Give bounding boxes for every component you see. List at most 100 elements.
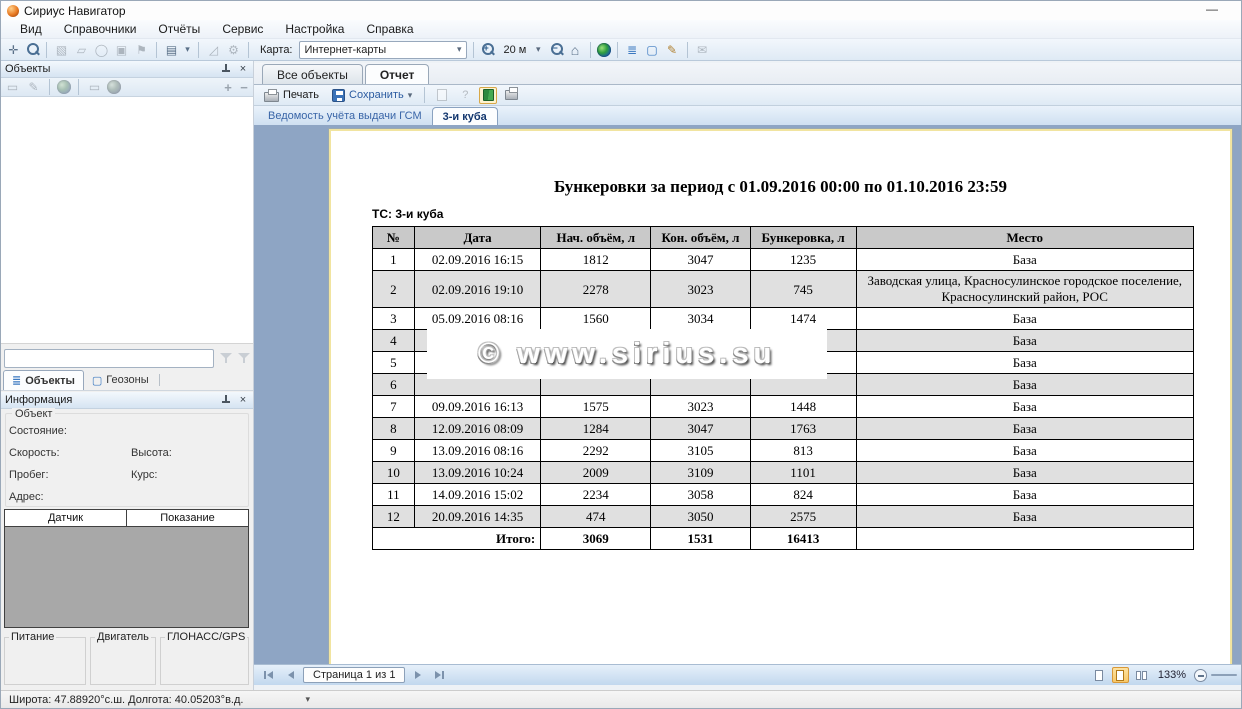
menu-item-reports[interactable]: Отчёты <box>147 20 211 38</box>
geozone-icon[interactable]: ▢ <box>644 42 661 58</box>
table-cell: 9 <box>373 440 415 462</box>
table-cell: 1284 <box>541 418 651 440</box>
zoom-select-icon[interactable] <box>25 42 40 57</box>
save-button[interactable]: Сохранить ▾ <box>328 88 416 103</box>
search-input[interactable] <box>4 349 214 368</box>
rect-select-icon[interactable]: ▧ <box>53 42 70 58</box>
filter-icon[interactable] <box>220 352 232 364</box>
globe-icon[interactable] <box>107 80 121 94</box>
gear-icon[interactable]: ⚙ <box>225 42 242 58</box>
column-header: Нач. объём, л <box>541 227 651 249</box>
home-icon[interactable]: ⌂ <box>567 42 584 58</box>
chevron-down-icon: ▾ <box>455 44 464 55</box>
power-groupbox: Питание <box>4 637 86 685</box>
help-icon[interactable]: ? <box>456 87 474 104</box>
chevron-down-icon[interactable]: ▾ <box>305 694 310 705</box>
report-tab-gsm-sheet[interactable]: Ведомость учёта выдачи ГСМ <box>258 107 432 125</box>
zoom-out-icon[interactable]: − <box>549 42 564 57</box>
save-button-label: Сохранить <box>349 89 404 101</box>
report-table-body: 102.09.2016 16:15181230471235База202.09.… <box>373 249 1194 528</box>
page-setup-icon[interactable] <box>502 87 520 104</box>
expand-all-icon[interactable]: + <box>222 80 234 95</box>
zoom-in-icon[interactable]: + <box>480 42 495 57</box>
export-icon[interactable] <box>433 87 451 104</box>
toolbar-separator <box>49 79 50 95</box>
previous-page-button[interactable] <box>281 667 300 683</box>
app-icon <box>7 5 19 17</box>
report-tab-3-kuba[interactable]: 3-и куба <box>432 107 498 125</box>
table-cell: 10 <box>373 462 415 484</box>
zoom-out-button[interactable] <box>1194 669 1207 682</box>
vehicle-icon[interactable]: ▭ <box>86 79 103 95</box>
circle-select-icon[interactable]: ◯ <box>93 42 110 58</box>
toolbar-separator <box>687 42 688 58</box>
fit-width-view-icon[interactable] <box>1112 667 1129 683</box>
measure-icon[interactable]: ◿ <box>205 42 222 58</box>
book-view-icon[interactable] <box>479 87 497 104</box>
print-button[interactable]: Печать <box>260 88 323 103</box>
menu-item-settings[interactable]: Настройка <box>274 20 355 38</box>
tab-geozones[interactable]: ▢ Геозоны <box>84 370 157 390</box>
chevron-down-icon: ▾ <box>534 44 543 55</box>
pin-icon[interactable] <box>221 395 230 405</box>
zoom-step-select[interactable]: 20 м ▾ <box>498 41 546 59</box>
flag-icon[interactable]: ⚑ <box>133 42 150 58</box>
status-groupboxes: Питание Двигатель ГЛОНАСС/GPS <box>1 631 253 689</box>
table-cell: 3047 <box>651 249 750 271</box>
sensor-table-header: Датчик Показание <box>5 510 248 527</box>
totals-label: Итого: <box>373 528 541 550</box>
zoom-slider[interactable] <box>1211 674 1237 676</box>
single-page-view-icon[interactable] <box>1091 667 1108 683</box>
mail-icon[interactable]: ✉ <box>694 42 711 58</box>
left-panel: Объекты × ▭ ✎ ▭ + − <box>1 61 254 692</box>
globe-icon[interactable] <box>597 43 611 57</box>
close-icon[interactable]: × <box>237 394 249 406</box>
edit-icon[interactable]: ✎ <box>664 42 681 58</box>
minimize-button[interactable]: — <box>1201 3 1223 17</box>
square-select-icon[interactable]: ▣ <box>113 42 130 58</box>
column-header: Бункеровка, л <box>750 227 856 249</box>
report-tab-strip: Ведомость учёта выдачи ГСМ 3-и куба <box>254 106 1241 125</box>
table-row: 913.09.2016 08:1622923105813База <box>373 440 1194 462</box>
menu-item-view[interactable]: Вид <box>9 20 53 38</box>
layers-icon[interactable]: ▤ <box>163 42 180 58</box>
list-icon[interactable]: ≣ <box>624 42 641 58</box>
printer-glyph <box>505 90 518 100</box>
first-page-button[interactable] <box>259 667 278 683</box>
close-icon[interactable]: × <box>237 63 249 75</box>
report-viewer[interactable]: Бункеровки за период с 01.09.2016 00:00 … <box>254 125 1241 664</box>
collapse-all-icon[interactable]: − <box>238 80 250 95</box>
last-page-button[interactable] <box>430 667 449 683</box>
add-group-icon[interactable]: ▭ <box>4 79 21 95</box>
table-cell: База <box>856 418 1193 440</box>
menu-item-directories[interactable]: Справочники <box>53 20 148 38</box>
sensor-column-header: Датчик <box>5 510 127 526</box>
tab-objects[interactable]: ≣ Объекты <box>3 370 84 390</box>
geozone-icon: ▢ <box>92 374 102 387</box>
edit-object-icon[interactable]: ✎ <box>25 79 42 95</box>
multi-page-view-icon[interactable] <box>1133 667 1150 683</box>
next-page-button[interactable] <box>408 667 427 683</box>
map-select[interactable]: Интернет-карты ▾ <box>299 41 467 59</box>
table-cell: База <box>856 484 1193 506</box>
map-globe-icon[interactable] <box>57 80 71 94</box>
table-cell: 2234 <box>541 484 651 506</box>
zoom-step-value: 20 м <box>504 44 527 56</box>
page-navigation-bar: Страница 1 из 1 133% <box>254 664 1241 685</box>
table-cell: База <box>856 396 1193 418</box>
pin-icon[interactable] <box>221 64 230 74</box>
menu-item-service[interactable]: Сервис <box>211 20 274 38</box>
info-panel-header: Информация × <box>1 392 253 409</box>
polygon-select-icon[interactable]: ▱ <box>73 42 90 58</box>
toolbar-separator <box>248 42 249 58</box>
chevron-down-icon[interactable]: ▾ <box>183 42 192 58</box>
pan-icon[interactable]: ✛ <box>5 42 22 58</box>
tab-all-objects[interactable]: Все объекты <box>262 64 363 84</box>
tab-report[interactable]: Отчет <box>365 64 430 84</box>
list-icon: ≣ <box>12 374 21 387</box>
objects-list[interactable] <box>1 97 253 344</box>
tab-geozones-label: Геозоны <box>106 374 148 386</box>
filter-clear-icon[interactable] <box>238 352 250 364</box>
menu-item-help[interactable]: Справка <box>355 20 424 38</box>
table-cell: 3 <box>373 308 415 330</box>
